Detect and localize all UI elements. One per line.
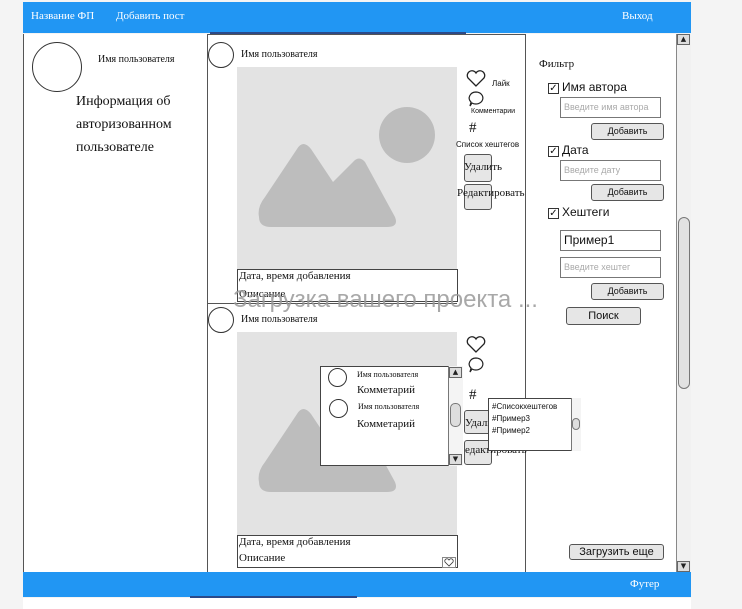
profile-info: Информация об авторизованном пользовател… [76,94,172,155]
loading-text: Загрузка вашего проекта ... [233,286,538,313]
date-label: Дата [562,143,589,157]
hashtag-value-input[interactable]: Пример1 [560,230,661,251]
comment2-avatar [329,399,348,418]
small-like-icon[interactable] [442,557,456,568]
like-icon[interactable] [466,70,486,88]
footer-bar [23,572,691,597]
post2-avatar [208,307,234,333]
comment1-username: Имя пользователя [357,370,419,379]
post1-username: Имя пользователя [241,49,318,60]
hashtag-scroll-thumb[interactable] [572,418,580,430]
comment1-avatar [328,368,347,387]
author-input[interactable]: Введите имя автора [560,97,661,118]
comment1-text: Комметарий [357,384,415,396]
post2-description: Описание [239,552,286,564]
main-scroll-thumb[interactable] [678,217,690,389]
comment2-text: Комметарий [357,418,415,430]
hashtag-icon[interactable]: # [469,387,477,404]
site-name-link[interactable]: Название ФП [31,10,94,22]
post1-image [237,67,457,272]
scroll-up-icon[interactable]: ▲ [449,367,462,378]
post2-username: Имя пользователя [241,314,318,325]
hashtag-add-button[interactable]: Добавить [591,283,664,300]
author-label: Имя автора [562,80,627,94]
post1-comments-label: Комментарии [471,108,516,115]
like-icon[interactable] [466,336,486,354]
filter-title: Фильтр [539,58,575,70]
search-button[interactable]: Поиск [566,307,641,325]
date-add-button[interactable]: Добавить [591,184,664,201]
comment-icon[interactable] [467,356,485,374]
post1-avatar [208,42,234,68]
image-placeholder-icon [258,107,435,227]
bottom-strip [23,598,691,609]
profile-avatar [32,42,82,92]
hashtag-input[interactable]: Введите хештег [560,257,661,278]
comment2-username: Имя пользователя [358,402,420,411]
post1-like-label: Лайк [492,79,510,88]
author-checkbox[interactable]: ✓ [548,83,559,94]
hashtag-icon[interactable]: # [469,120,477,137]
scroll-down-icon[interactable]: ▼ [449,454,462,465]
load-more-button[interactable]: Загрузить еще [569,544,664,560]
date-checkbox[interactable]: ✓ [548,146,559,157]
hashtags-label: Хештеги [562,205,610,219]
post1-date: Дата, время добавления [239,270,351,282]
comments-scroll-thumb[interactable] [450,403,461,427]
hashtag-item: #Списокхештегов [492,402,558,411]
scroll-up-icon[interactable]: ▲ [677,34,690,45]
post1-hashtags-label: Список хештегов [456,140,520,149]
scroll-down-icon[interactable]: ▼ [677,561,690,572]
hashtag-item: #Пример3 [492,414,530,423]
footer-text: Футер [630,578,660,590]
date-input[interactable]: Введите дату [560,160,661,181]
comment-icon[interactable] [467,90,485,108]
author-add-button[interactable]: Добавить [591,123,664,140]
post2-date: Дата, время добавления [239,536,351,548]
add-post-link[interactable]: Добавить пост [116,10,185,22]
post1-edit-label: Редактировать [457,187,525,199]
profile-username: Имя пользователя [98,54,175,65]
post1-delete-label: Удалить [464,161,503,173]
hashtags-checkbox[interactable]: ✓ [548,208,559,219]
logout-link[interactable]: Выход [622,10,653,22]
hashtag-item: #Пример2 [492,426,530,435]
